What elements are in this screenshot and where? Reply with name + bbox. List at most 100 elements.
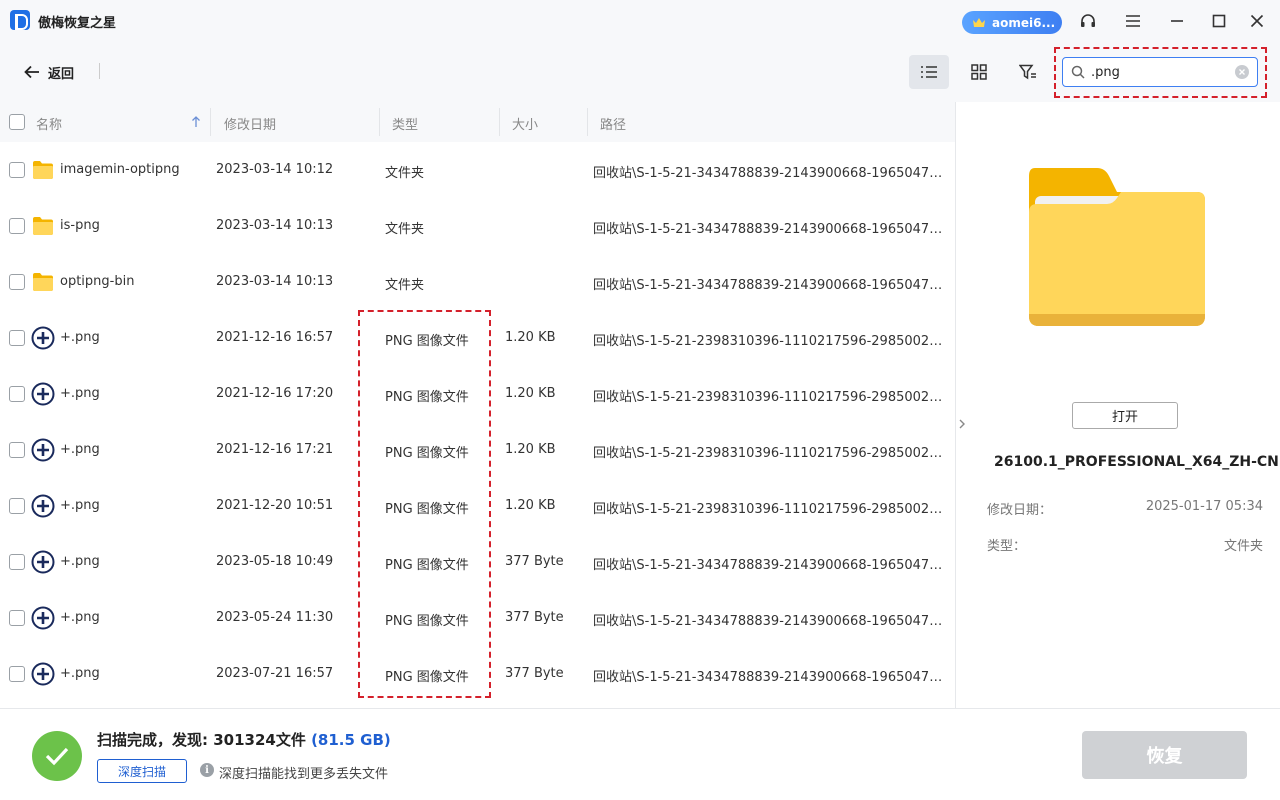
row-checkbox[interactable] xyxy=(9,498,25,514)
row-checkbox[interactable] xyxy=(9,610,25,626)
table-row[interactable]: +.png 2021-12-16 16:57 PNG 图像文件 1.20 KB 回收站\… xyxy=(0,310,955,366)
row-checkbox[interactable] xyxy=(9,274,25,290)
plus-circle-icon xyxy=(31,494,55,518)
collapse-panel-icon[interactable] xyxy=(956,416,968,432)
search-icon xyxy=(1071,65,1085,79)
row-date: 2023-05-24 11:30 xyxy=(216,610,334,625)
maximize-icon[interactable] xyxy=(1208,10,1230,32)
crown-icon xyxy=(972,17,986,28)
plus-circle-icon xyxy=(31,550,55,574)
table-row[interactable]: imagemin-optipng 2023-03-14 10:12 文件夹 回收站\S… xyxy=(0,142,955,198)
toolbar-divider xyxy=(99,63,100,79)
close-icon[interactable] xyxy=(1246,10,1268,32)
table-row[interactable]: +.png 2023-05-24 11:30 PNG 图像文件 377 Byte 回收站… xyxy=(0,590,955,646)
deep-scan-button[interactable]: 深度扫描 xyxy=(97,759,187,783)
row-checkbox[interactable] xyxy=(9,554,25,570)
row-checkbox[interactable] xyxy=(9,218,25,234)
row-type: 文件夹 xyxy=(385,278,425,293)
row-name: +.png xyxy=(60,610,100,625)
row-path: 回收站\S-1-5-21-3434788839-2143900668-19650… xyxy=(593,278,948,293)
row-date: 2023-03-14 10:13 xyxy=(216,218,334,233)
back-button[interactable]: 返回 xyxy=(24,60,74,84)
table-row[interactable]: +.png 2021-12-16 17:20 PNG 图像文件 1.20 KB 回收站\… xyxy=(0,366,955,422)
headset-icon[interactable] xyxy=(1077,10,1099,32)
row-path: 回收站\S-1-5-21-2398310396-1110217596-29850… xyxy=(593,446,948,461)
table-row[interactable]: is-png 2023-03-14 10:13 文件夹 回收站\S-1-5-21-34… xyxy=(0,198,955,254)
app-logo-icon xyxy=(10,10,30,30)
app-title: 傲梅恢复之星 xyxy=(38,16,117,31)
grid-view-icon xyxy=(971,64,987,80)
row-date: 2021-12-20 10:51 xyxy=(216,498,334,513)
scan-status-count: 扫描完成，发现: 301324文件 xyxy=(97,731,306,749)
detail-type-label: 类型： xyxy=(987,539,1027,554)
clear-search-icon[interactable] xyxy=(1235,65,1249,79)
row-path: 回收站\S-1-5-21-3434788839-2143900668-19650… xyxy=(593,166,948,181)
toolbar: 返回 xyxy=(0,42,1280,102)
detail-file-name: 26100.1_PROFESSIONAL_X64_ZH-CN xyxy=(994,454,1279,470)
table-row[interactable]: +.png 2021-12-20 10:51 PNG 图像文件 1.20 KB 回收站\… xyxy=(0,478,955,534)
sort-ascending-icon[interactable] xyxy=(191,116,201,128)
column-header-path[interactable]: 路径 xyxy=(600,114,626,133)
column-divider xyxy=(587,108,588,136)
filter-button[interactable] xyxy=(1008,55,1048,89)
row-date: 2023-03-14 10:13 xyxy=(216,274,334,289)
row-date: 2021-12-16 17:21 xyxy=(216,442,334,457)
row-checkbox[interactable] xyxy=(9,386,25,402)
row-name: +.png xyxy=(60,554,100,569)
table-row[interactable]: +.png 2021-12-16 17:21 PNG 图像文件 1.20 KB 回收站\… xyxy=(0,422,955,478)
row-size: 377 Byte xyxy=(505,666,564,681)
row-path: 回收站\S-1-5-21-3434788839-2143900668-19650… xyxy=(593,558,948,573)
large-folder-icon xyxy=(1027,166,1207,328)
row-date: 2023-05-18 10:49 xyxy=(216,554,334,569)
recover-button[interactable]: 恢复 xyxy=(1082,731,1247,779)
detail-type-value: 文件夹 xyxy=(1223,539,1263,554)
filter-icon xyxy=(1019,64,1036,80)
detail-modified-value: 2025-01-17 05:34 xyxy=(1145,499,1263,514)
column-header-type[interactable]: 类型 xyxy=(392,114,418,133)
plus-circle-icon xyxy=(31,662,55,686)
column-header-name[interactable]: 名称 xyxy=(36,114,62,133)
folder-icon xyxy=(31,158,55,182)
row-checkbox[interactable] xyxy=(9,162,25,178)
row-name: +.png xyxy=(60,666,100,681)
row-size: 1.20 KB xyxy=(505,330,556,345)
row-name: +.png xyxy=(60,386,100,401)
row-size: 1.20 KB xyxy=(505,386,556,401)
row-checkbox[interactable] xyxy=(9,666,25,682)
table-row[interactable]: +.png 2023-05-18 10:49 PNG 图像文件 377 Byte 回收站… xyxy=(0,534,955,590)
row-path: 回收站\S-1-5-21-3434788839-2143900668-19650… xyxy=(593,614,948,629)
table-row[interactable]: +.png 2023-07-21 16:57 PNG 图像文件 377 Byte 回收站… xyxy=(0,646,955,702)
menu-icon[interactable] xyxy=(1122,10,1144,32)
search-input[interactable] xyxy=(1091,64,1231,80)
panel-divider xyxy=(955,102,956,708)
grid-view-button[interactable] xyxy=(959,55,999,89)
minimize-icon[interactable] xyxy=(1166,10,1188,32)
row-size: 1.20 KB xyxy=(505,442,556,457)
row-type: PNG 图像文件 xyxy=(385,670,469,685)
row-type: PNG 图像文件 xyxy=(385,502,469,517)
row-name: is-png xyxy=(60,218,100,233)
column-header-size[interactable]: 大小 xyxy=(512,114,538,133)
list-view-button[interactable] xyxy=(909,55,949,89)
row-type: PNG 图像文件 xyxy=(385,558,469,573)
search-field[interactable] xyxy=(1062,57,1258,87)
account-label: aomei6... xyxy=(992,15,1056,30)
account-button[interactable]: aomei6... xyxy=(962,11,1062,34)
row-checkbox[interactable] xyxy=(9,442,25,458)
status-footer: 扫描完成，发现: 301324文件 (81.5 GB) 深度扫描 i 深度扫描能… xyxy=(0,708,1280,800)
open-button[interactable]: 打开 xyxy=(1072,402,1178,429)
row-type: 文件夹 xyxy=(385,222,425,237)
select-all-checkbox[interactable] xyxy=(9,114,25,130)
table-row[interactable]: optipng-bin 2023-03-14 10:13 文件夹 回收站\S-1-5-… xyxy=(0,254,955,310)
row-type: PNG 图像文件 xyxy=(385,614,469,629)
row-size: 377 Byte xyxy=(505,610,564,625)
row-date: 2023-07-21 16:57 xyxy=(216,666,334,681)
row-type: PNG 图像文件 xyxy=(385,446,469,461)
column-header-date[interactable]: 修改日期 xyxy=(224,114,276,133)
table-header: 名称 修改日期 类型 大小 路径 xyxy=(0,102,955,142)
column-divider xyxy=(379,108,380,136)
folder-icon xyxy=(31,214,55,238)
row-checkbox[interactable] xyxy=(9,330,25,346)
column-divider xyxy=(499,108,500,136)
row-name: imagemin-optipng xyxy=(60,162,180,177)
